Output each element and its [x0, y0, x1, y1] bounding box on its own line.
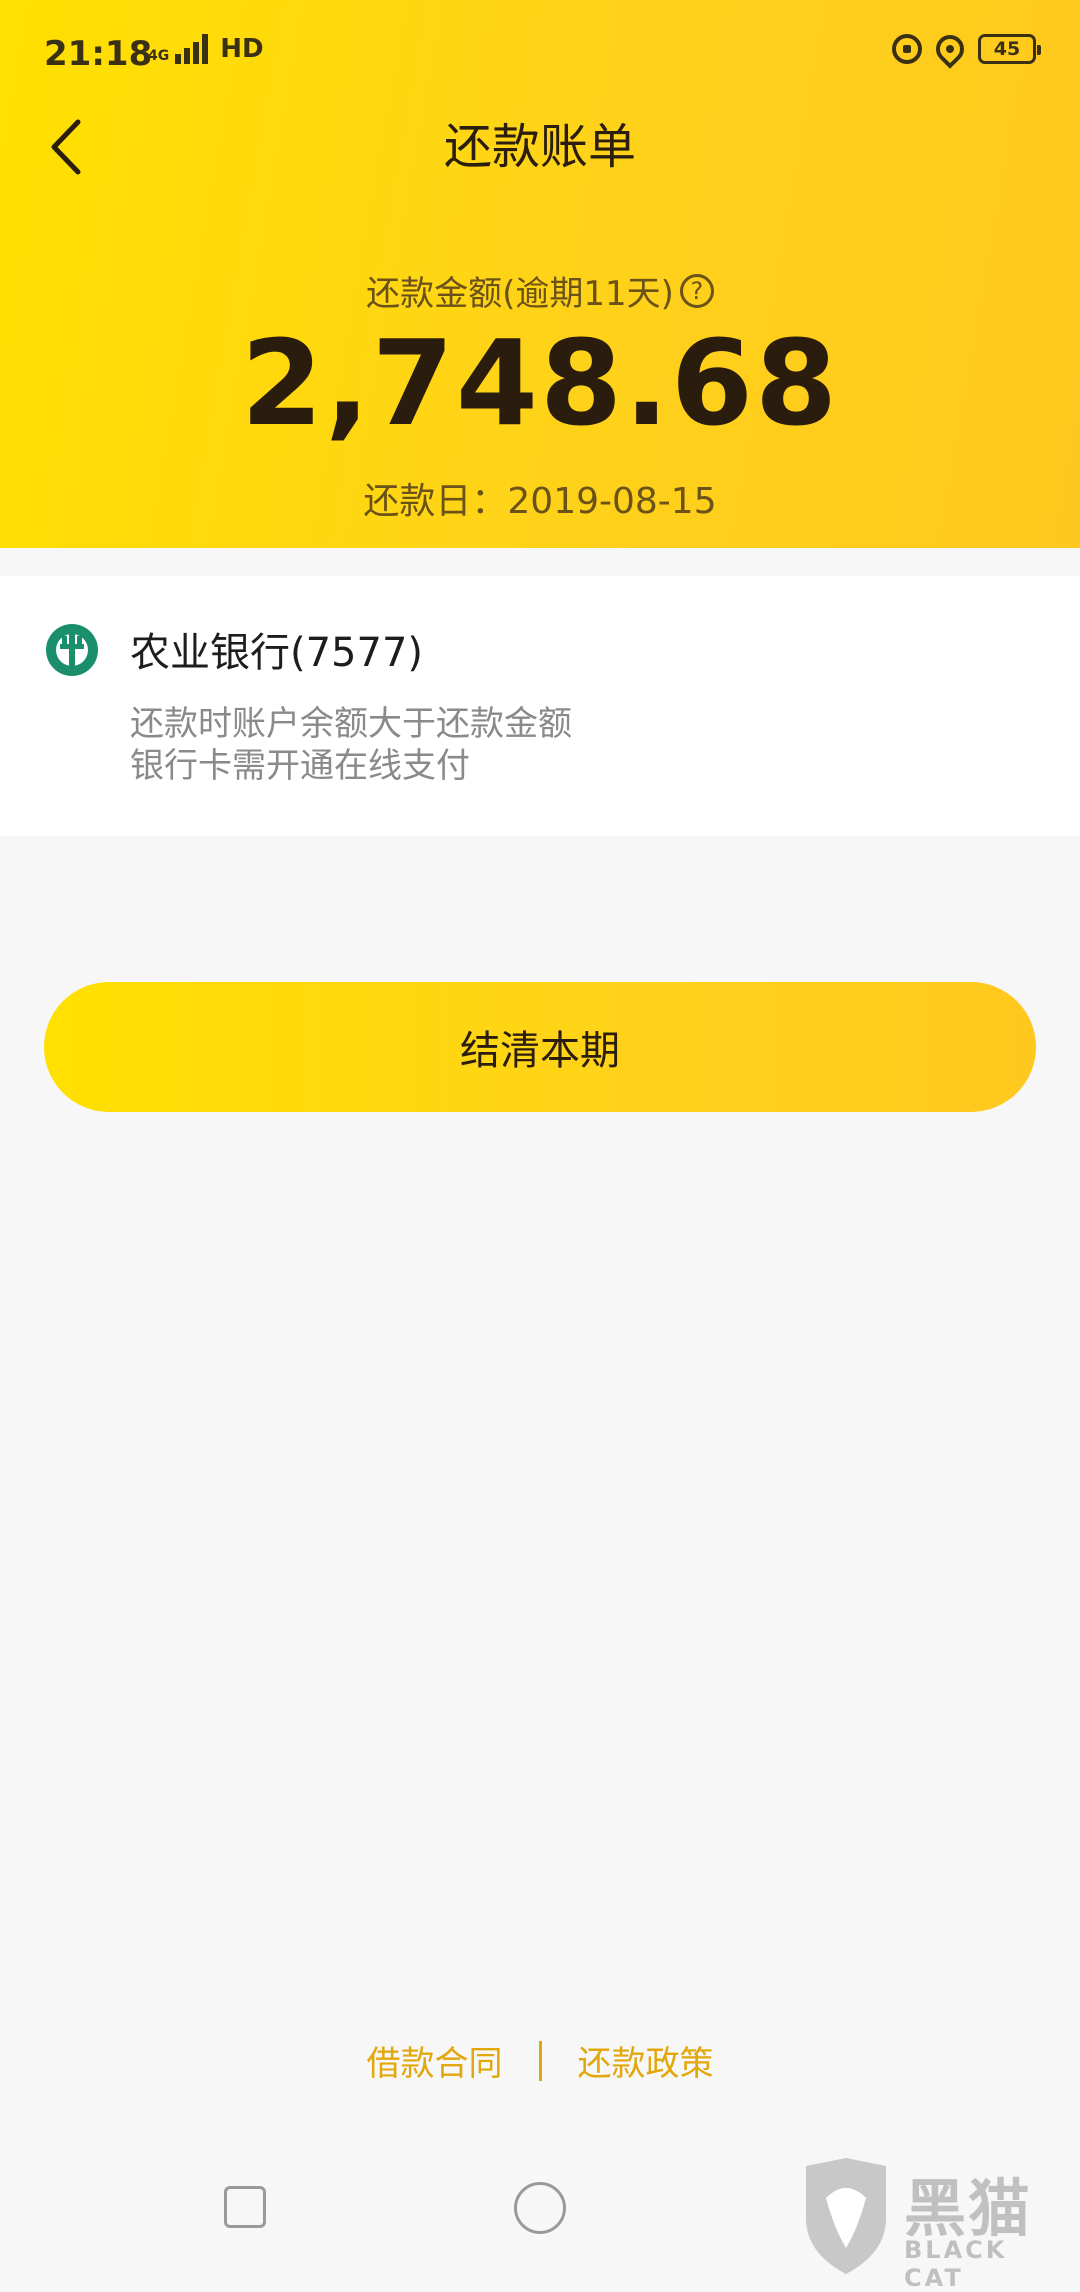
footer-links: 借款合同 还款政策: [0, 2036, 1080, 2085]
repayment-amount: 2,748.68: [240, 314, 840, 452]
watermark-cn: 黑猫: [904, 2172, 1033, 2245]
location-icon: [930, 29, 970, 69]
recents-button[interactable]: [224, 2186, 266, 2228]
battery-icon: 45: [978, 34, 1041, 64]
page-title: 还款账单: [443, 119, 636, 175]
lock-rotate-icon: [892, 34, 922, 64]
status-bar: 21:18 4G HD 45: [0, 0, 1080, 110]
amount-label-row: 还款金额(逾期11天) ?: [0, 266, 1080, 315]
due-label: 还款日：: [363, 481, 508, 522]
home-button[interactable]: [514, 2182, 566, 2234]
bank-note: 银行卡需开通在线支付: [130, 746, 470, 786]
watermark-en: BLACK CAT: [904, 2236, 1008, 2292]
amount-label: 还款金额(逾期11天): [366, 274, 674, 314]
battery-level: 45: [993, 38, 1021, 60]
due-date-row: 还款日：2019-08-15: [0, 472, 1080, 524]
status-icons: 45: [892, 29, 1041, 69]
abc-bank-logo-icon: [44, 622, 100, 678]
settle-button-label: 结清本期: [460, 1028, 620, 1074]
link-divider: [538, 2040, 542, 2081]
settle-button[interactable]: 结清本期: [44, 982, 1036, 1112]
due-date: 2019-08-15: [507, 481, 717, 522]
black-cat-logo-icon: [806, 2158, 886, 2274]
signal-icon: [175, 34, 209, 64]
bank-card[interactable]: 农业银行(7577) 还款时账户余额大于还款金额 银行卡需开通在线支付: [0, 576, 1080, 836]
loan-contract-link[interactable]: 借款合同: [367, 2036, 503, 2085]
network-indicator: 4G HD: [148, 34, 264, 64]
network-type: 4G: [148, 48, 170, 64]
header: 21:18 4G HD 45 还款账单 还款金额(逾期11天) ? 2,748.…: [0, 0, 1080, 548]
watermark: 黑猫 BLACK CAT: [796, 2158, 1066, 2292]
repayment-policy-link[interactable]: 还款政策: [578, 2036, 714, 2085]
help-icon[interactable]: ?: [679, 273, 714, 308]
bank-name: 农业银行(7577): [130, 630, 424, 676]
hd-label: HD: [220, 34, 264, 64]
status-time: 21:18: [44, 34, 153, 74]
